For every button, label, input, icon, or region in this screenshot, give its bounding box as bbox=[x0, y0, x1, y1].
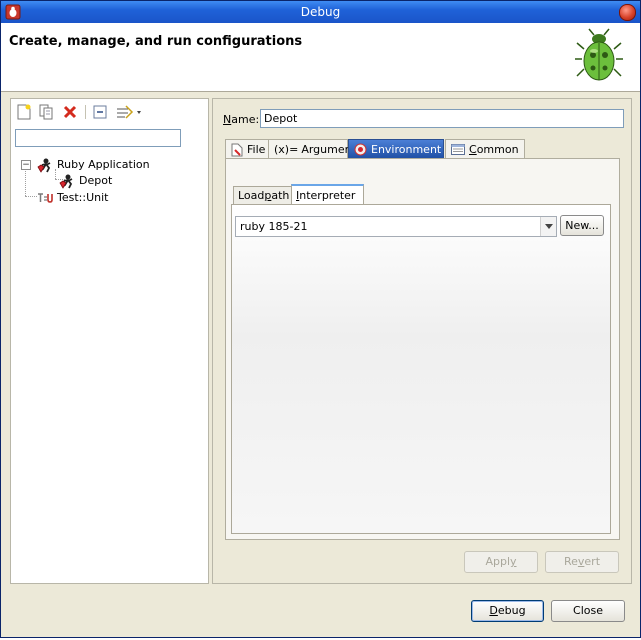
apply-label-mnemonic: y bbox=[510, 555, 517, 568]
bug-icon bbox=[574, 27, 624, 90]
environment-icon bbox=[354, 143, 367, 156]
delete-icon[interactable] bbox=[61, 103, 79, 121]
new-button-pre: New bbox=[565, 219, 589, 232]
window-title: Debug bbox=[300, 5, 341, 19]
debug-app-icon bbox=[5, 4, 21, 20]
tab-environment-label: Environment bbox=[371, 143, 442, 156]
tree-connector bbox=[25, 196, 37, 197]
collapse-all-icon[interactable] bbox=[91, 103, 109, 121]
header-title: Create, manage, and run configurations bbox=[9, 34, 303, 49]
new-interpreter-button[interactable]: New... bbox=[560, 215, 604, 236]
environment-tab-content: Loadpath Interpreter ruby 185-21 New... bbox=[225, 158, 620, 540]
name-label-mnemonic: N bbox=[223, 113, 232, 126]
subtab-interpreter-rest: nterpreter bbox=[299, 189, 356, 202]
close-button[interactable]: Close bbox=[551, 600, 625, 622]
tab-file[interactable]: File bbox=[225, 139, 269, 159]
debug-dialog: Debug Create, manage, and run configurat… bbox=[0, 0, 641, 638]
subtab-loadpath-rest: ath bbox=[271, 189, 290, 202]
configuration-editor-panel: Name: File (x)= Arguments Environment bbox=[212, 98, 632, 584]
tab-arguments[interactable]: (x)= Arguments bbox=[268, 139, 362, 159]
name-field[interactable] bbox=[260, 109, 624, 128]
new-config-icon[interactable] bbox=[15, 103, 33, 121]
arguments-icon: (x)= bbox=[274, 143, 299, 156]
configuration-list-panel: − Ruby Application Depot Test::Unit bbox=[10, 98, 209, 584]
tab-common-rest: ommon bbox=[476, 143, 519, 156]
common-icon bbox=[451, 144, 465, 155]
debug-label-mnemonic: D bbox=[489, 604, 498, 617]
tree-item-label: Depot bbox=[79, 174, 113, 187]
revert-label-pre: Re bbox=[563, 555, 578, 568]
ruby-gem-icon bbox=[37, 157, 53, 173]
debug-label-rest: ebug bbox=[497, 604, 526, 617]
revert-button[interactable]: Revert bbox=[545, 551, 619, 573]
toolbar-separator bbox=[85, 105, 86, 119]
chevron-down-icon[interactable] bbox=[540, 217, 556, 236]
interpreter-select[interactable]: ruby 185-21 bbox=[235, 216, 557, 237]
new-button-rest: ... bbox=[588, 219, 599, 232]
tab-file-label: File bbox=[247, 143, 266, 156]
test-unit-icon bbox=[37, 192, 53, 204]
apply-label-pre: Appl bbox=[485, 555, 511, 568]
interpreter-panel: ruby 185-21 New... bbox=[231, 204, 611, 534]
debug-button[interactable]: Debug bbox=[471, 600, 544, 622]
tree-item-depot[interactable]: Depot bbox=[59, 172, 112, 189]
name-label-rest: ame: bbox=[231, 113, 260, 126]
tree-item-test-unit[interactable]: Test::Unit bbox=[37, 189, 108, 206]
collapse-icon[interactable]: − bbox=[21, 160, 31, 170]
filter-icon[interactable] bbox=[115, 103, 143, 121]
tab-common[interactable]: Common bbox=[445, 139, 525, 159]
config-tabs: File (x)= Arguments Environment Common bbox=[225, 139, 619, 159]
title-bar[interactable]: Debug bbox=[1, 1, 640, 23]
filter-input[interactable] bbox=[15, 129, 181, 147]
ruby-gem-icon bbox=[59, 173, 75, 189]
subtab-interpreter[interactable]: Interpreter bbox=[291, 184, 364, 206]
revert-label-rest: ert bbox=[584, 555, 601, 568]
tree-item-ruby-application[interactable]: − Ruby Application bbox=[21, 156, 150, 173]
subtab-loadpath[interactable]: Loadpath bbox=[233, 186, 293, 205]
subtab-loadpath-pre: Load bbox=[238, 189, 265, 202]
tree-item-label: Test::Unit bbox=[57, 191, 109, 204]
close-icon[interactable] bbox=[619, 4, 636, 21]
configurations-toolbar bbox=[15, 102, 204, 122]
dialog-header: Create, manage, and run configurations bbox=[1, 23, 640, 92]
file-icon bbox=[231, 143, 243, 157]
tree-item-label: Ruby Application bbox=[57, 158, 150, 171]
tab-common-mnemonic: C bbox=[469, 143, 477, 156]
duplicate-icon[interactable] bbox=[38, 103, 56, 121]
apply-button[interactable]: Apply bbox=[464, 551, 538, 573]
interpreter-selected: ruby 185-21 bbox=[240, 220, 308, 233]
name-label: Name: bbox=[223, 113, 259, 126]
tab-environment[interactable]: Environment bbox=[348, 139, 444, 159]
